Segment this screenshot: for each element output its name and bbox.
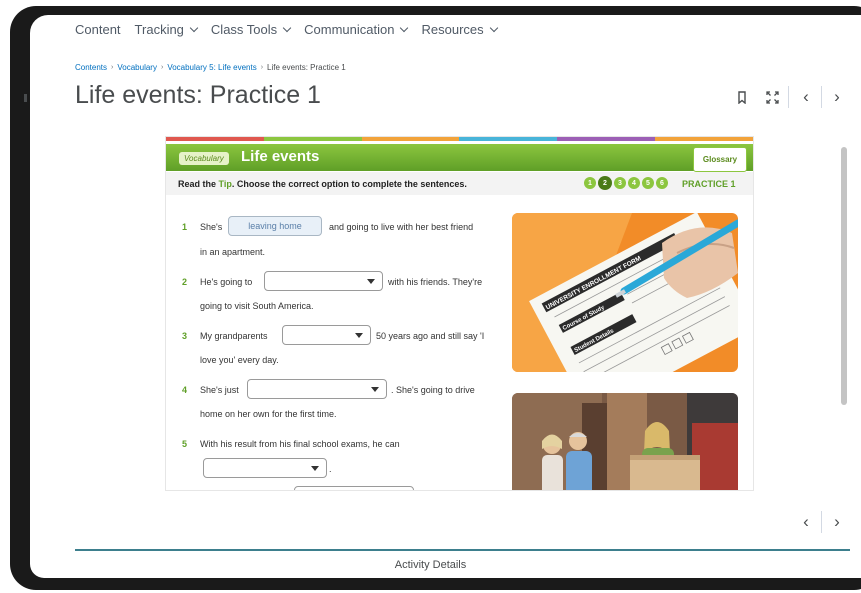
instruction-pre: Read the	[178, 179, 219, 189]
question-3-line2: love you' every day.	[200, 355, 279, 365]
instruction-bar: Read the Tip. Choose the correct option …	[166, 172, 753, 195]
stripe-segment	[459, 137, 558, 141]
question-5-dropdown[interactable]	[203, 458, 327, 478]
bookmark-button[interactable]	[731, 86, 753, 108]
nav-tracking[interactable]: Tracking	[134, 22, 199, 37]
nav-communication-label: Communication	[304, 22, 395, 37]
instruction-post: . Choose the correct option to complete …	[231, 179, 467, 189]
question-3-dropdown[interactable]	[282, 325, 371, 345]
breadcrumb-current: Life events: Practice 1	[267, 63, 346, 72]
family-moving-photo	[512, 393, 738, 490]
glossary-button[interactable]: Glossary	[693, 147, 747, 172]
course-navbar: Content Tracking Class Tools Communicati…	[75, 22, 498, 37]
question-3-before: My grandparents	[200, 331, 268, 341]
enrollment-form-illustration: UNIVERSITY ENROLLMENT FORM Course of Stu…	[512, 213, 738, 372]
step-3-button[interactable]: 3	[614, 177, 626, 189]
chevron-down-icon	[400, 23, 409, 33]
question-1-after: and going to live with her best friend	[329, 222, 474, 232]
nav-class-tools-label: Class Tools	[210, 22, 278, 37]
question-4-line2: home on her own for the first time.	[200, 409, 337, 419]
step-6-button[interactable]: 6	[656, 177, 668, 189]
question-6-dropdown[interactable]	[294, 486, 414, 490]
question-4-dropdown[interactable]	[247, 379, 387, 399]
chevron-down-icon	[282, 23, 292, 33]
question-5-before: With his result from his final school ex…	[200, 439, 400, 449]
question-4-after: . She's going to drive	[391, 385, 475, 395]
question-1-answer[interactable]: leaving home	[228, 216, 322, 236]
question-2-before: He's going to	[200, 277, 253, 287]
activity-details-divider	[75, 549, 850, 551]
question-2-number: 2	[182, 277, 188, 287]
breadcrumb-vocabulary[interactable]: Vocabulary	[117, 63, 157, 72]
step-1-button[interactable]: 1	[584, 177, 596, 189]
nav-content[interactable]: Content	[75, 22, 121, 37]
dropdown-arrow-icon	[367, 279, 375, 284]
question-4-before: She's just	[200, 385, 239, 395]
step-2-button[interactable]: 2	[598, 176, 612, 190]
color-stripe	[166, 137, 753, 141]
stripe-segment	[557, 137, 656, 141]
stripe-segment	[655, 137, 753, 141]
next-page-button[interactable]: ›	[826, 86, 848, 108]
stripe-segment	[263, 137, 362, 141]
nav-content-label: Content	[75, 22, 121, 37]
fullscreen-button[interactable]	[761, 86, 783, 108]
breadcrumb-contents[interactable]: Contents	[75, 63, 107, 72]
question-3-after: 50 years ago and still say 'I	[376, 331, 485, 341]
nav-resources-label: Resources	[421, 22, 484, 37]
nav-class-tools[interactable]: Class Tools	[210, 22, 292, 37]
sidebar-toggle-handle[interactable]	[24, 94, 27, 102]
question-5-number: 5	[182, 439, 188, 449]
footer-next-button[interactable]: ›	[826, 511, 848, 533]
step-indicator: 1 2 3 4 5 6	[584, 176, 668, 190]
question-3-number: 3	[182, 331, 188, 341]
toolbar-divider	[821, 86, 822, 108]
tip-link[interactable]: Tip	[219, 179, 232, 189]
fullscreen-icon	[765, 90, 779, 104]
question-4-number: 4	[182, 385, 188, 395]
vocabulary-tag: Vocabulary	[179, 152, 229, 165]
stripe-segment	[166, 137, 264, 141]
dropdown-arrow-icon	[371, 387, 379, 392]
scrollbar-thumb[interactable]	[841, 147, 847, 405]
activity-details-toggle[interactable]: Activity Details	[0, 559, 861, 571]
breadcrumb-separator: ›	[260, 64, 264, 71]
bookmark-icon	[738, 90, 746, 104]
toolbar-divider	[788, 86, 789, 108]
question-2-line2: going to visit South America.	[200, 301, 314, 311]
breadcrumb-vocabulary-5[interactable]: Vocabulary 5: Life events	[167, 63, 256, 72]
prev-page-button[interactable]: ‹	[795, 86, 817, 108]
dropdown-arrow-icon	[311, 466, 319, 471]
step-5-button[interactable]: 5	[642, 177, 654, 189]
question-2-after: with his friends. They're	[388, 277, 483, 287]
footer-divider	[821, 511, 822, 533]
footer-prev-button[interactable]: ‹	[795, 511, 817, 533]
enrollment-form-photo: UNIVERSITY ENROLLMENT FORM Course of Stu…	[512, 213, 738, 372]
instruction-text: Read the Tip. Choose the correct option …	[178, 179, 467, 189]
breadcrumb-separator: ›	[160, 64, 164, 71]
question-1-number: 1	[182, 222, 188, 232]
activity-frame: Vocabulary Life events Glossary Read the…	[165, 136, 754, 491]
activity-banner: Vocabulary Life events Glossary	[166, 144, 753, 172]
dropdown-arrow-icon	[355, 333, 363, 338]
chevron-down-icon	[189, 23, 199, 33]
question-1-line2: in an apartment.	[200, 247, 266, 257]
breadcrumb-separator: ›	[111, 64, 114, 71]
nav-tracking-label: Tracking	[134, 22, 184, 37]
question-5-after: .	[329, 464, 332, 474]
practice-label: PRACTICE 1	[682, 179, 736, 189]
question-1-before: She's	[200, 222, 223, 232]
nav-communication[interactable]: Communication	[304, 22, 409, 37]
breadcrumb: Contents › Vocabulary › Vocabulary 5: Li…	[75, 63, 346, 72]
nav-resources[interactable]: Resources	[421, 22, 498, 37]
page-title: Life events: Practice 1	[75, 81, 321, 109]
step-4-button[interactable]: 4	[628, 177, 640, 189]
activity-title: Life events	[241, 148, 320, 165]
question-2-dropdown[interactable]	[264, 271, 383, 291]
chevron-down-icon	[489, 23, 498, 33]
family-illustration	[512, 393, 738, 490]
stripe-segment	[361, 137, 460, 141]
